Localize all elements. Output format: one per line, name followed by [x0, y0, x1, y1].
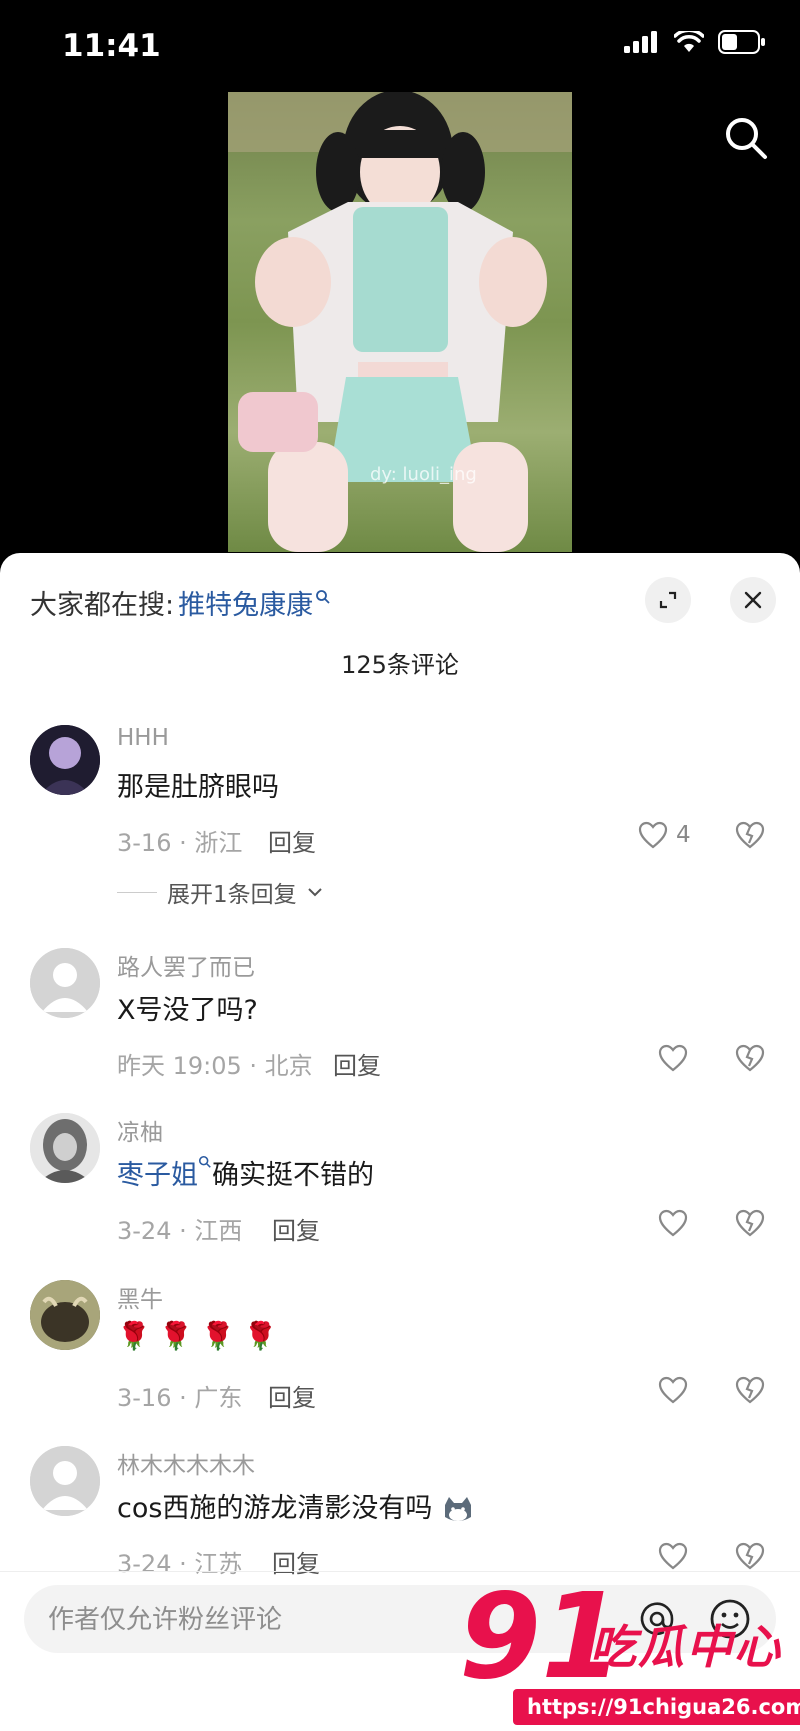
avatar-image	[30, 1113, 100, 1183]
avatar-image	[30, 725, 100, 795]
search-icon	[726, 118, 767, 159]
comment-text: 枣子姐 确实挺不错的	[117, 1153, 374, 1192]
comment-text: X号没了吗?	[117, 995, 258, 1026]
status-icons	[624, 30, 766, 54]
dislike-button[interactable]	[735, 1542, 765, 1574]
like-button[interactable]	[658, 1044, 688, 1072]
suggestion-label: 大家都在搜:	[30, 590, 175, 621]
status-time: 11:41	[62, 28, 161, 64]
comment-item: 凉柚 枣子姐 确实挺不错的 3-24 · 江西 回复	[0, 1113, 800, 1253]
comment-text: 🌹 🌹 🌹 🌹	[117, 1321, 278, 1352]
broken-heart-icon	[735, 1044, 765, 1072]
status-bar: 11:41	[0, 0, 800, 92]
avatar[interactable]	[30, 1280, 100, 1350]
comment-item: 林木木木木木 cos西施的游龙清影没有吗 3-24 · 江苏 回复	[0, 1446, 800, 1586]
dislike-button[interactable]	[735, 1209, 765, 1241]
comment-sheet: 大家都在搜: 推特兔康康 125条评论 HHH 那是肚脐眼吗 3-16 · 浙江…	[0, 553, 800, 1731]
comment-item: HHH 那是肚脐眼吗 3-16 · 浙江 回复 4 展开1条回复	[0, 725, 800, 925]
comment-author[interactable]: HHH	[117, 725, 169, 751]
video-thumbnail[interactable]: dy: luoli_ing	[228, 92, 572, 552]
comment-text: 那是肚脐眼吗	[117, 772, 279, 803]
expand-replies-label: 展开1条回复	[167, 882, 297, 908]
avatar[interactable]	[30, 1446, 100, 1516]
comment-item: 路人罢了而已 X号没了吗? 昨天 19:05 · 北京 回复	[0, 948, 800, 1088]
chevron-down-icon	[307, 888, 322, 897]
comment-meta: 3-24 · 江西	[117, 1217, 243, 1245]
heart-icon	[658, 1542, 688, 1570]
signal-icon	[624, 31, 657, 53]
avatar[interactable]	[30, 1113, 100, 1183]
comment-author[interactable]: 路人罢了而已	[117, 948, 255, 982]
comment-text-body: cos西施的游龙清影没有吗	[117, 1493, 433, 1524]
dog-emoji-icon	[445, 1496, 472, 1521]
comment-meta: 3-16 · 浙江	[117, 829, 243, 857]
comment-author[interactable]: 黑牛	[117, 1280, 163, 1314]
mention-link[interactable]: 枣子姐	[117, 1160, 198, 1191]
like-count: 4	[676, 822, 691, 848]
reply-button[interactable]: 回复	[268, 1378, 316, 1413]
watermark-url: https://91chigua26.com	[513, 1689, 800, 1725]
comment-author[interactable]: 凉柚	[117, 1113, 163, 1147]
close-icon	[744, 591, 762, 609]
battery-icon	[718, 30, 765, 54]
heart-icon	[658, 1044, 688, 1072]
divider	[0, 1571, 800, 1572]
like-button[interactable]	[658, 1376, 688, 1404]
expand-button[interactable]	[645, 577, 691, 623]
reply-button[interactable]: 回复	[333, 1046, 381, 1081]
divider	[117, 891, 157, 893]
like-button[interactable]	[658, 1209, 688, 1237]
broken-heart-icon	[735, 1376, 765, 1404]
watermark-text: 吃瓜中心	[590, 1620, 782, 1674]
comment-input[interactable]	[46, 1585, 510, 1655]
reply-button[interactable]: 回复	[272, 1211, 320, 1246]
comment-text-body: 确实挺不错的	[212, 1160, 374, 1191]
heart-icon	[658, 1209, 688, 1237]
avatar[interactable]	[30, 948, 100, 1018]
heart-icon	[658, 1376, 688, 1404]
avatar-image	[30, 1280, 100, 1350]
dislike-button[interactable]	[735, 1044, 765, 1076]
search-small-icon	[316, 589, 330, 604]
avatar[interactable]	[30, 725, 100, 795]
suggestion-query-link[interactable]: 推特兔康康	[178, 583, 313, 622]
default-avatar-icon	[30, 948, 100, 1018]
comment-meta: 昨天 19:05 · 北京	[117, 1052, 313, 1080]
comment-meta: 3-24 · 江苏	[117, 1550, 243, 1578]
search-button[interactable]	[722, 114, 770, 162]
video-watermark: dy: luoli_ing	[370, 464, 477, 485]
broken-heart-icon	[735, 1542, 765, 1570]
close-button[interactable]	[730, 577, 776, 623]
comment-meta: 3-16 · 广东	[117, 1384, 243, 1412]
comment-count: 125条评论	[341, 651, 459, 679]
reply-button[interactable]: 回复	[268, 823, 316, 858]
reply-button[interactable]: 回复	[272, 1544, 320, 1579]
dislike-button[interactable]	[735, 1376, 765, 1408]
comment-author[interactable]: 林木木木木木	[117, 1446, 255, 1480]
expand-replies-button[interactable]: 展开1条回复	[117, 875, 323, 909]
comment-item: 黑牛 🌹 🌹 🌹 🌹 3-16 · 广东 回复	[0, 1280, 800, 1420]
comment-text: cos西施的游龙清影没有吗	[117, 1486, 475, 1525]
expand-icon	[659, 591, 677, 609]
like-button[interactable]	[658, 1542, 688, 1570]
site-watermark: 91 吃瓜中心 https://91chigua26.com	[455, 1577, 800, 1731]
broken-heart-icon	[735, 821, 765, 849]
search-small-icon	[198, 1155, 211, 1168]
like-button[interactable]: 4	[638, 821, 691, 849]
search-suggestion[interactable]: 大家都在搜: 推特兔康康	[30, 583, 331, 622]
broken-heart-icon	[735, 1209, 765, 1237]
default-avatar-icon	[30, 1446, 100, 1516]
video-area[interactable]: dy: luoli_ing	[0, 92, 800, 552]
heart-icon	[638, 821, 668, 849]
wifi-icon	[674, 31, 704, 52]
dislike-button[interactable]	[735, 821, 765, 853]
